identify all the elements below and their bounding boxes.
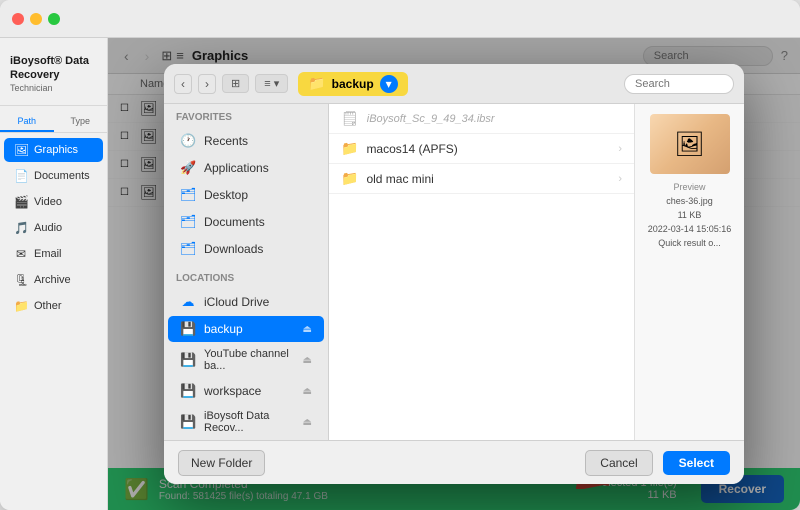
backup-eject[interactable]: ⏏ — [303, 324, 312, 335]
preview-quick: Quick result o... — [658, 238, 721, 248]
email-icon: ✉ — [14, 247, 28, 261]
dialog-sidebar-icloud[interactable]: ☁ iCloud Drive — [168, 289, 324, 315]
sidebar-item-other[interactable]: 📁 Other — [4, 294, 103, 318]
sidebar: iBoysoft® Data Recovery Technician Path … — [0, 38, 108, 510]
documents-icon: 📄 — [14, 169, 28, 183]
oldmac-icon: 📁 — [341, 170, 358, 187]
dialog-file-oldmac[interactable]: 📁 old mac mini › — [329, 164, 634, 194]
dialog-footer: New Folder Cancel Select — [164, 440, 744, 484]
dialog-file-ibsr[interactable]: 🗒 iBoysoft_Sc_9_49_34.ibsr — [329, 104, 634, 134]
tab-path[interactable]: Path — [0, 112, 54, 132]
youtube-eject[interactable]: ⏏ — [303, 355, 312, 366]
sidebar-brand: iBoysoft® Data Recovery Technician — [0, 46, 107, 106]
save-dialog: ‹ › ⊞ ≡ ▾ 📁 backup ▾ — [164, 64, 744, 484]
dialog-sidebar-iboysoft[interactable]: 💾 iBoysoft Data Recov... ⏏ — [168, 405, 324, 439]
dialog-forward-button[interactable]: › — [198, 74, 216, 94]
dialog-path-label: backup — [332, 77, 374, 91]
minimize-button[interactable] — [30, 13, 42, 25]
applications-icon: 🚀 — [180, 160, 196, 176]
main-content: ‹ › ⊞ ≡ Graphics ? Name Size Date Create… — [108, 38, 800, 510]
app-window: iBoysoft® Data Recovery Technician Path … — [0, 0, 800, 510]
dialog-back-button[interactable]: ‹ — [174, 74, 192, 94]
audio-icon: 🎵 — [14, 221, 28, 235]
traffic-lights — [12, 13, 60, 25]
favorites-section: Favorites 🕐 Recents 🚀 Applications — [164, 104, 328, 265]
dialog-sidebar-backup[interactable]: 💾 backup ⏏ — [168, 316, 324, 342]
folder-icon: 📁 — [308, 75, 325, 92]
dialog-file-macos14[interactable]: 📁 macos14 (APFS) › — [329, 134, 634, 164]
macos14-chevron: › — [618, 143, 622, 155]
title-bar — [0, 0, 800, 38]
desktop-icon: 🗂 — [180, 187, 196, 203]
dialog-sidebar-workspace[interactable]: 💾 workspace ⏏ — [168, 378, 324, 404]
sidebar-item-audio[interactable]: 🎵 Audio — [4, 216, 103, 240]
preview-date: 2022-03-14 15:05:16 — [648, 224, 732, 234]
app-title: iBoysoft® Data Recovery — [10, 54, 97, 83]
other-icon: 📁 — [14, 299, 28, 313]
preview-panel: 🖼 Preview ches-36.jpg 11 KB 2022-03-14 1… — [634, 104, 744, 440]
iboysoft-icon: 💾 — [180, 414, 196, 430]
graphics-icon: 🖼 — [14, 143, 28, 157]
dialog-body: Favorites 🕐 Recents 🚀 Applications — [164, 104, 744, 440]
preview-image: 🖼 — [650, 114, 730, 174]
dialog-filelist: 🗒 iBoysoft_Sc_9_49_34.ibsr 📁 macos14 (AP… — [329, 104, 634, 440]
dialog-sidebar-applications[interactable]: 🚀 Applications — [168, 155, 324, 181]
new-folder-button[interactable]: New Folder — [178, 450, 265, 476]
icloud-icon: ☁ — [180, 294, 196, 310]
workspace-icon: 💾 — [180, 383, 196, 399]
youtube-icon: 💾 — [180, 352, 196, 368]
dialog-toolbar: ‹ › ⊞ ≡ ▾ 📁 backup ▾ — [164, 64, 744, 104]
oldmac-chevron: › — [618, 173, 622, 185]
sidebar-item-email[interactable]: ✉ Email — [4, 242, 103, 266]
dialog-sidebar-recents[interactable]: 🕐 Recents — [168, 128, 324, 154]
locations-section: Locations ☁ iCloud Drive 💾 backup ⏏ — [164, 265, 328, 440]
dialog-sidebar: Favorites 🕐 Recents 🚀 Applications — [164, 104, 329, 440]
maximize-button[interactable] — [48, 13, 60, 25]
preview-size: 11 KB — [678, 210, 702, 220]
locations-label: Locations — [164, 273, 328, 288]
cancel-button[interactable]: Cancel — [585, 450, 652, 476]
dialog-sidebar-desktop[interactable]: 🗂 Desktop — [168, 182, 324, 208]
dialog-sidebar-documents[interactable]: 🗂 Documents — [168, 209, 324, 235]
sidebar-tabs: Path Type — [0, 112, 107, 133]
preview-label: Preview — [673, 182, 705, 192]
sidebar-item-documents[interactable]: 📄 Documents — [4, 164, 103, 188]
tab-type[interactable]: Type — [54, 112, 108, 132]
app-subtitle: Technician — [10, 83, 97, 93]
recents-icon: 🕐 — [180, 133, 196, 149]
documents-icon: 🗂 — [180, 214, 196, 230]
dialog-path-pill[interactable]: 📁 backup ▾ — [298, 72, 407, 96]
dialog-list-view[interactable]: ≡ ▾ — [255, 74, 288, 93]
video-icon: 🎬 — [14, 195, 28, 209]
dialog-overlay: ‹ › ⊞ ≡ ▾ 📁 backup ▾ — [108, 38, 800, 510]
backup-icon: 💾 — [180, 321, 196, 337]
workspace-eject[interactable]: ⏏ — [303, 386, 312, 397]
dialog-sidebar-downloads[interactable]: 🗂 Downloads — [168, 236, 324, 262]
dialog-path-dropdown[interactable]: ▾ — [380, 75, 398, 93]
dialog-search-input[interactable] — [624, 74, 734, 94]
iboysoft-eject[interactable]: ⏏ — [303, 417, 312, 428]
close-button[interactable] — [12, 13, 24, 25]
select-button[interactable]: Select — [663, 451, 730, 475]
app-body: iBoysoft® Data Recovery Technician Path … — [0, 38, 800, 510]
sidebar-item-archive[interactable]: 🗜 Archive — [4, 268, 103, 292]
ibsr-icon: 🗒 — [341, 110, 359, 127]
favorites-label: Favorites — [164, 112, 328, 127]
archive-icon: 🗜 — [14, 273, 28, 287]
downloads-icon: 🗂 — [180, 241, 196, 257]
sidebar-item-video[interactable]: 🎬 Video — [4, 190, 103, 214]
macos14-icon: 📁 — [341, 140, 358, 157]
sidebar-item-graphics[interactable]: 🖼 Graphics — [4, 138, 103, 162]
dialog-icon-view[interactable]: ⊞ — [222, 74, 249, 93]
preview-filename: ches-36.jpg — [666, 196, 713, 206]
dialog-sidebar-youtube[interactable]: 💾 YouTube channel ba... ⏏ — [168, 343, 324, 377]
